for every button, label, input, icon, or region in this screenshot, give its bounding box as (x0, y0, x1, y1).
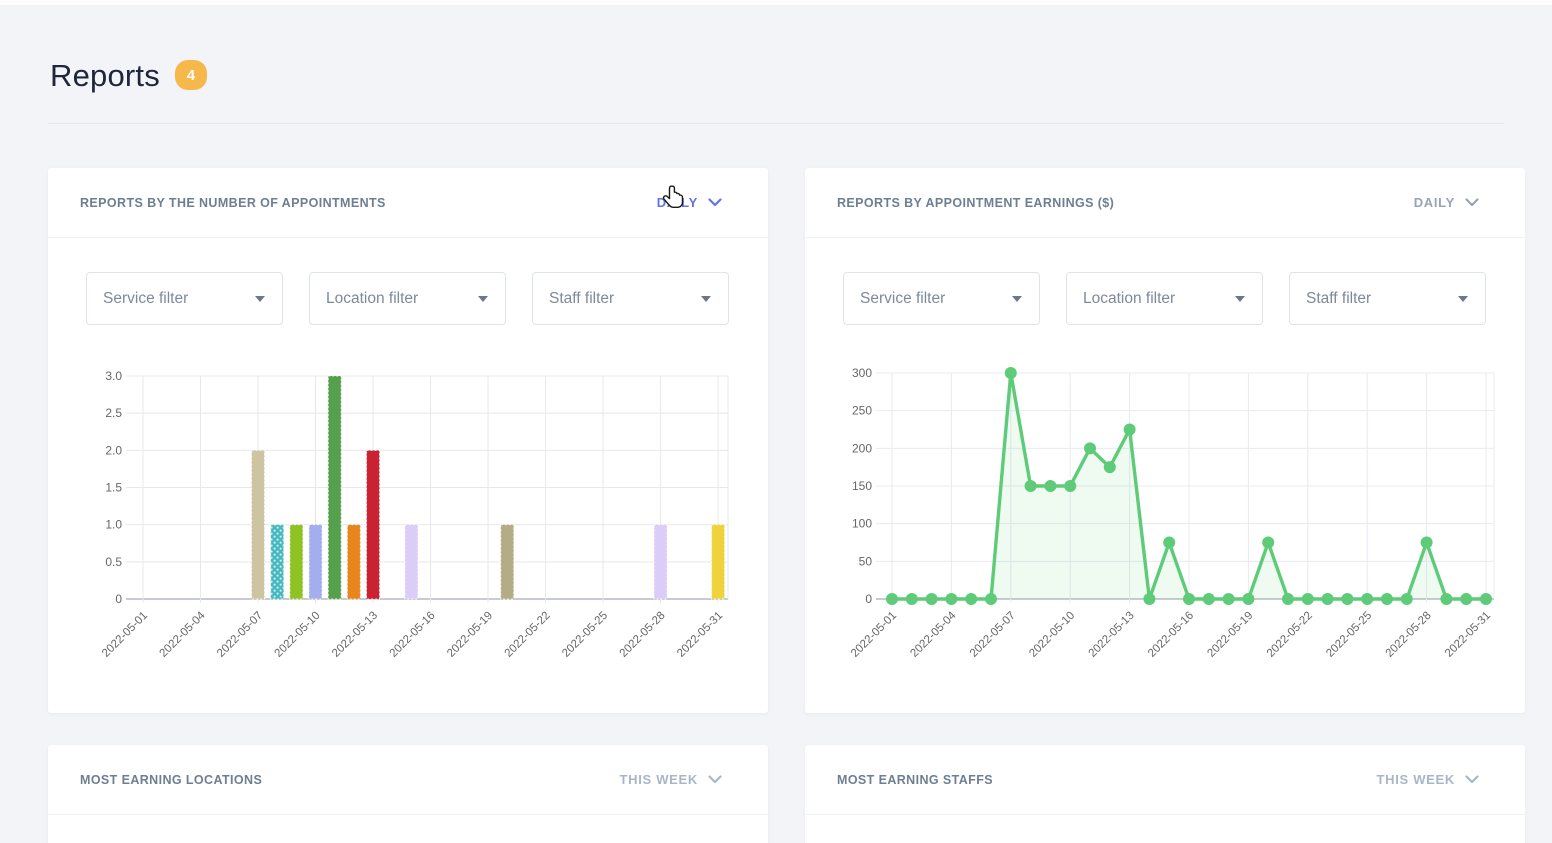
card-staffs-header: MOST EARNING STAFFS THIS WEEK (805, 745, 1525, 815)
dropdown-arrow-icon (1235, 296, 1245, 302)
page-title: Reports (50, 58, 160, 94)
card-staffs: MOST EARNING STAFFS THIS WEEK (805, 745, 1525, 843)
location-filter-label: Location filter (1083, 290, 1175, 308)
card-appointments-header: REPORTS BY THE NUMBER OF APPOINTMENTS DA… (48, 168, 768, 238)
svg-text:1.5: 1.5 (105, 481, 122, 495)
page-header: Reports 4 (50, 58, 207, 94)
svg-text:2022-05-31: 2022-05-31 (675, 610, 725, 660)
dropdown-arrow-icon (478, 296, 488, 302)
svg-text:0: 0 (115, 592, 122, 606)
service-filter-select[interactable]: Service filter (86, 272, 283, 325)
location-filter-select[interactable]: Location filter (309, 272, 506, 325)
svg-text:2022-05-04: 2022-05-04 (908, 609, 959, 660)
title-divider (48, 123, 1504, 124)
svg-text:2022-05-22: 2022-05-22 (503, 610, 553, 660)
dropdown-arrow-icon (1012, 296, 1022, 302)
svg-text:2022-05-28: 2022-05-28 (618, 610, 668, 660)
appointments-bar-chart: 00.51.01.52.02.53.02022-05-012022-05-042… (78, 358, 768, 708)
card-locations: MOST EARNING LOCATIONS THIS WEEK (48, 745, 768, 843)
dropdown-arrow-icon (1458, 296, 1468, 302)
chevron-down-icon (1465, 198, 1479, 207)
svg-text:200: 200 (852, 441, 872, 455)
svg-text:2022-05-25: 2022-05-25 (560, 610, 610, 660)
svg-text:2022-05-13: 2022-05-13 (330, 610, 380, 660)
card-locations-header: MOST EARNING LOCATIONS THIS WEEK (48, 745, 768, 815)
svg-text:2022-05-16: 2022-05-16 (1146, 610, 1196, 660)
svg-text:300: 300 (852, 366, 872, 380)
card-staffs-title: MOST EARNING STAFFS (837, 773, 993, 787)
card-earnings-header: REPORTS BY APPOINTMENT EARNINGS ($) DAIL… (805, 168, 1525, 238)
svg-text:0.5: 0.5 (105, 555, 122, 569)
svg-text:50: 50 (859, 554, 873, 568)
svg-text:150: 150 (852, 479, 872, 493)
earnings-filters: Service filter Location filter Staff fil… (843, 272, 1486, 325)
service-filter-label: Service filter (860, 290, 945, 308)
svg-text:100: 100 (852, 517, 872, 531)
card-earnings: REPORTS BY APPOINTMENT EARNINGS ($) DAIL… (805, 168, 1525, 713)
staff-filter-select[interactable]: Staff filter (532, 272, 729, 325)
svg-text:2022-05-31: 2022-05-31 (1443, 610, 1493, 660)
mouse-cursor-icon (662, 184, 686, 212)
svg-text:2022-05-28: 2022-05-28 (1384, 610, 1434, 660)
chevron-down-icon (708, 775, 722, 784)
svg-text:2022-05-04: 2022-05-04 (158, 609, 209, 660)
chevron-down-icon (1465, 775, 1479, 784)
service-filter-label: Service filter (103, 290, 188, 308)
location-filter-label: Location filter (326, 290, 418, 308)
earnings-period-dropdown[interactable]: DAILY (1414, 195, 1479, 210)
svg-text:0: 0 (865, 592, 872, 606)
earnings-line-chart: 0501001502002503002022-05-012022-05-0420… (835, 358, 1525, 708)
svg-text:2022-05-19: 2022-05-19 (445, 610, 495, 660)
svg-text:2022-05-25: 2022-05-25 (1324, 610, 1374, 660)
card-appointments: REPORTS BY THE NUMBER OF APPOINTMENTS DA… (48, 168, 768, 713)
card-locations-title: MOST EARNING LOCATIONS (80, 773, 262, 787)
svg-text:2022-05-07: 2022-05-07 (215, 610, 265, 660)
top-strip (0, 0, 1552, 5)
svg-text:2022-05-10: 2022-05-10 (273, 610, 323, 660)
svg-text:2022-05-16: 2022-05-16 (388, 610, 438, 660)
staffs-period-dropdown[interactable]: THIS WEEK (1376, 772, 1479, 787)
chevron-down-icon (708, 198, 722, 207)
staff-filter-select[interactable]: Staff filter (1289, 272, 1486, 325)
svg-text:2022-05-01: 2022-05-01 (849, 610, 899, 660)
svg-text:3.0: 3.0 (105, 369, 122, 383)
svg-text:1.0: 1.0 (105, 518, 122, 532)
card-appointments-title: REPORTS BY THE NUMBER OF APPOINTMENTS (80, 196, 386, 210)
appointments-filters: Service filter Location filter Staff fil… (86, 272, 729, 325)
staff-filter-label: Staff filter (549, 290, 614, 308)
svg-text:2022-05-10: 2022-05-10 (1027, 610, 1077, 660)
svg-text:2.0: 2.0 (105, 443, 122, 457)
reports-count-badge: 4 (175, 60, 207, 90)
staff-filter-label: Staff filter (1306, 290, 1371, 308)
card-earnings-title: REPORTS BY APPOINTMENT EARNINGS ($) (837, 196, 1114, 210)
location-filter-select[interactable]: Location filter (1066, 272, 1263, 325)
service-filter-select[interactable]: Service filter (843, 272, 1040, 325)
svg-text:2022-05-22: 2022-05-22 (1265, 610, 1315, 660)
svg-text:2022-05-01: 2022-05-01 (100, 610, 150, 660)
locations-period-label: THIS WEEK (619, 772, 698, 787)
dropdown-arrow-icon (701, 296, 711, 302)
svg-text:250: 250 (852, 404, 872, 418)
locations-period-dropdown[interactable]: THIS WEEK (619, 772, 722, 787)
svg-text:2022-05-07: 2022-05-07 (968, 610, 1018, 660)
dropdown-arrow-icon (255, 296, 265, 302)
staffs-period-label: THIS WEEK (1376, 772, 1455, 787)
svg-text:2022-05-13: 2022-05-13 (1087, 610, 1137, 660)
svg-text:2022-05-19: 2022-05-19 (1205, 610, 1255, 660)
svg-text:2.5: 2.5 (105, 406, 122, 420)
earnings-period-label: DAILY (1414, 195, 1455, 210)
